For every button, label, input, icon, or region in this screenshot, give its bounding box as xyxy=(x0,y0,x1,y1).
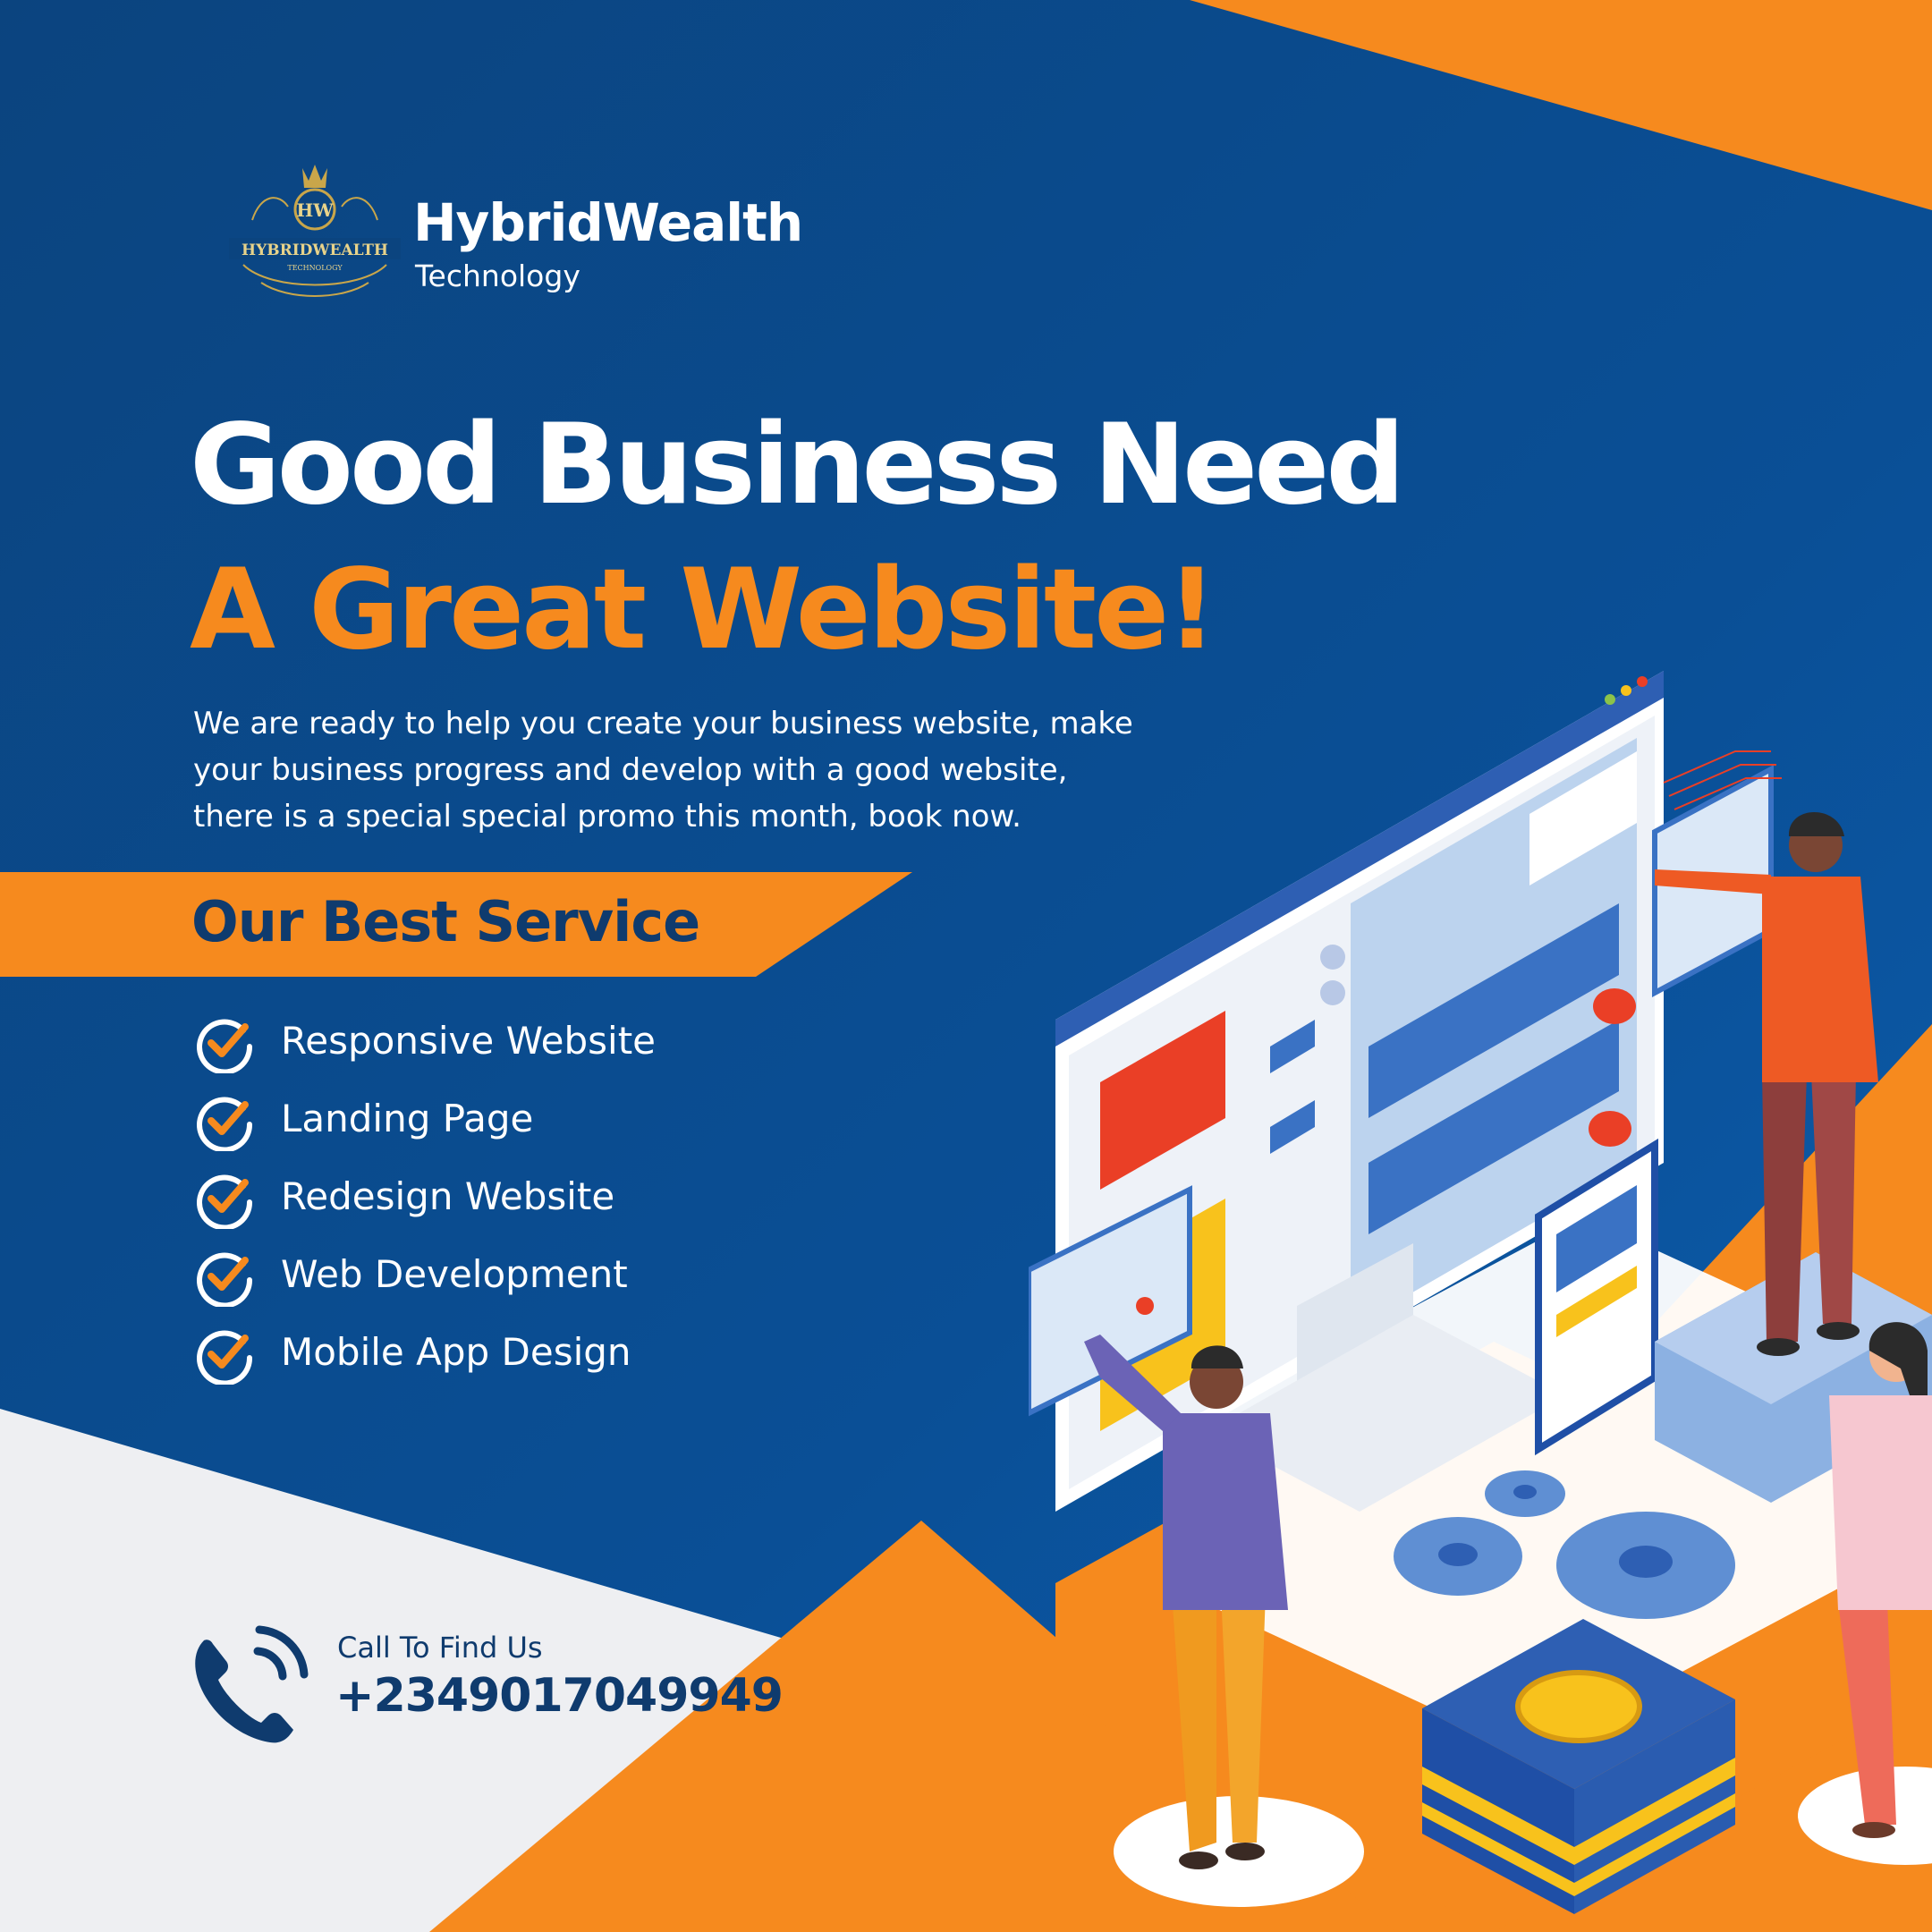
logo-emblem: HW HYBRIDWEALTH TECHNOLOGY xyxy=(229,165,401,297)
headline-line-1: Good Business Need xyxy=(190,401,1405,530)
phone-number[interactable]: +2349017049949 xyxy=(335,1673,784,1719)
service-label: Responsive Website xyxy=(281,1019,657,1063)
intro-line-3: there is a special special promo this mo… xyxy=(193,799,1021,835)
poster: HW HYBRIDWEALTH TECHNOLOGY HybridWealth … xyxy=(0,0,1932,1932)
logo-monogram: HW xyxy=(296,199,334,221)
person-woman xyxy=(1829,1322,1932,1838)
headline-line-2: A Great Website! xyxy=(190,546,1217,674)
service-heading: Our Best Service xyxy=(191,889,700,954)
call-label: Call To Find Us xyxy=(337,1631,543,1665)
check-circle-icon xyxy=(197,1330,253,1385)
intro-line-2: your business progress and develop with … xyxy=(193,752,1068,788)
check-circle-icon xyxy=(197,1097,253,1151)
coin-icon xyxy=(1515,1670,1642,1743)
service-label: Redesign Website xyxy=(281,1174,615,1218)
isometric-illustration xyxy=(1029,671,1932,1932)
logo-wordmark: HYBRIDWEALTH xyxy=(242,242,388,259)
brand-subtitle: Technology xyxy=(415,258,580,293)
service-label: Landing Page xyxy=(281,1097,534,1140)
logo-wordmark-sub: TECHNOLOGY xyxy=(287,264,343,272)
intro-line-1: We are ready to help you create your bus… xyxy=(193,706,1133,741)
service-label: Web Development xyxy=(281,1252,628,1296)
check-circle-icon xyxy=(197,1174,253,1229)
brand-name: HybridWealth xyxy=(413,192,803,253)
phone-icon[interactable] xyxy=(184,1624,309,1750)
service-label: Mobile App Design xyxy=(281,1330,631,1374)
check-circle-icon xyxy=(197,1252,253,1307)
check-circle-icon xyxy=(197,1019,253,1073)
